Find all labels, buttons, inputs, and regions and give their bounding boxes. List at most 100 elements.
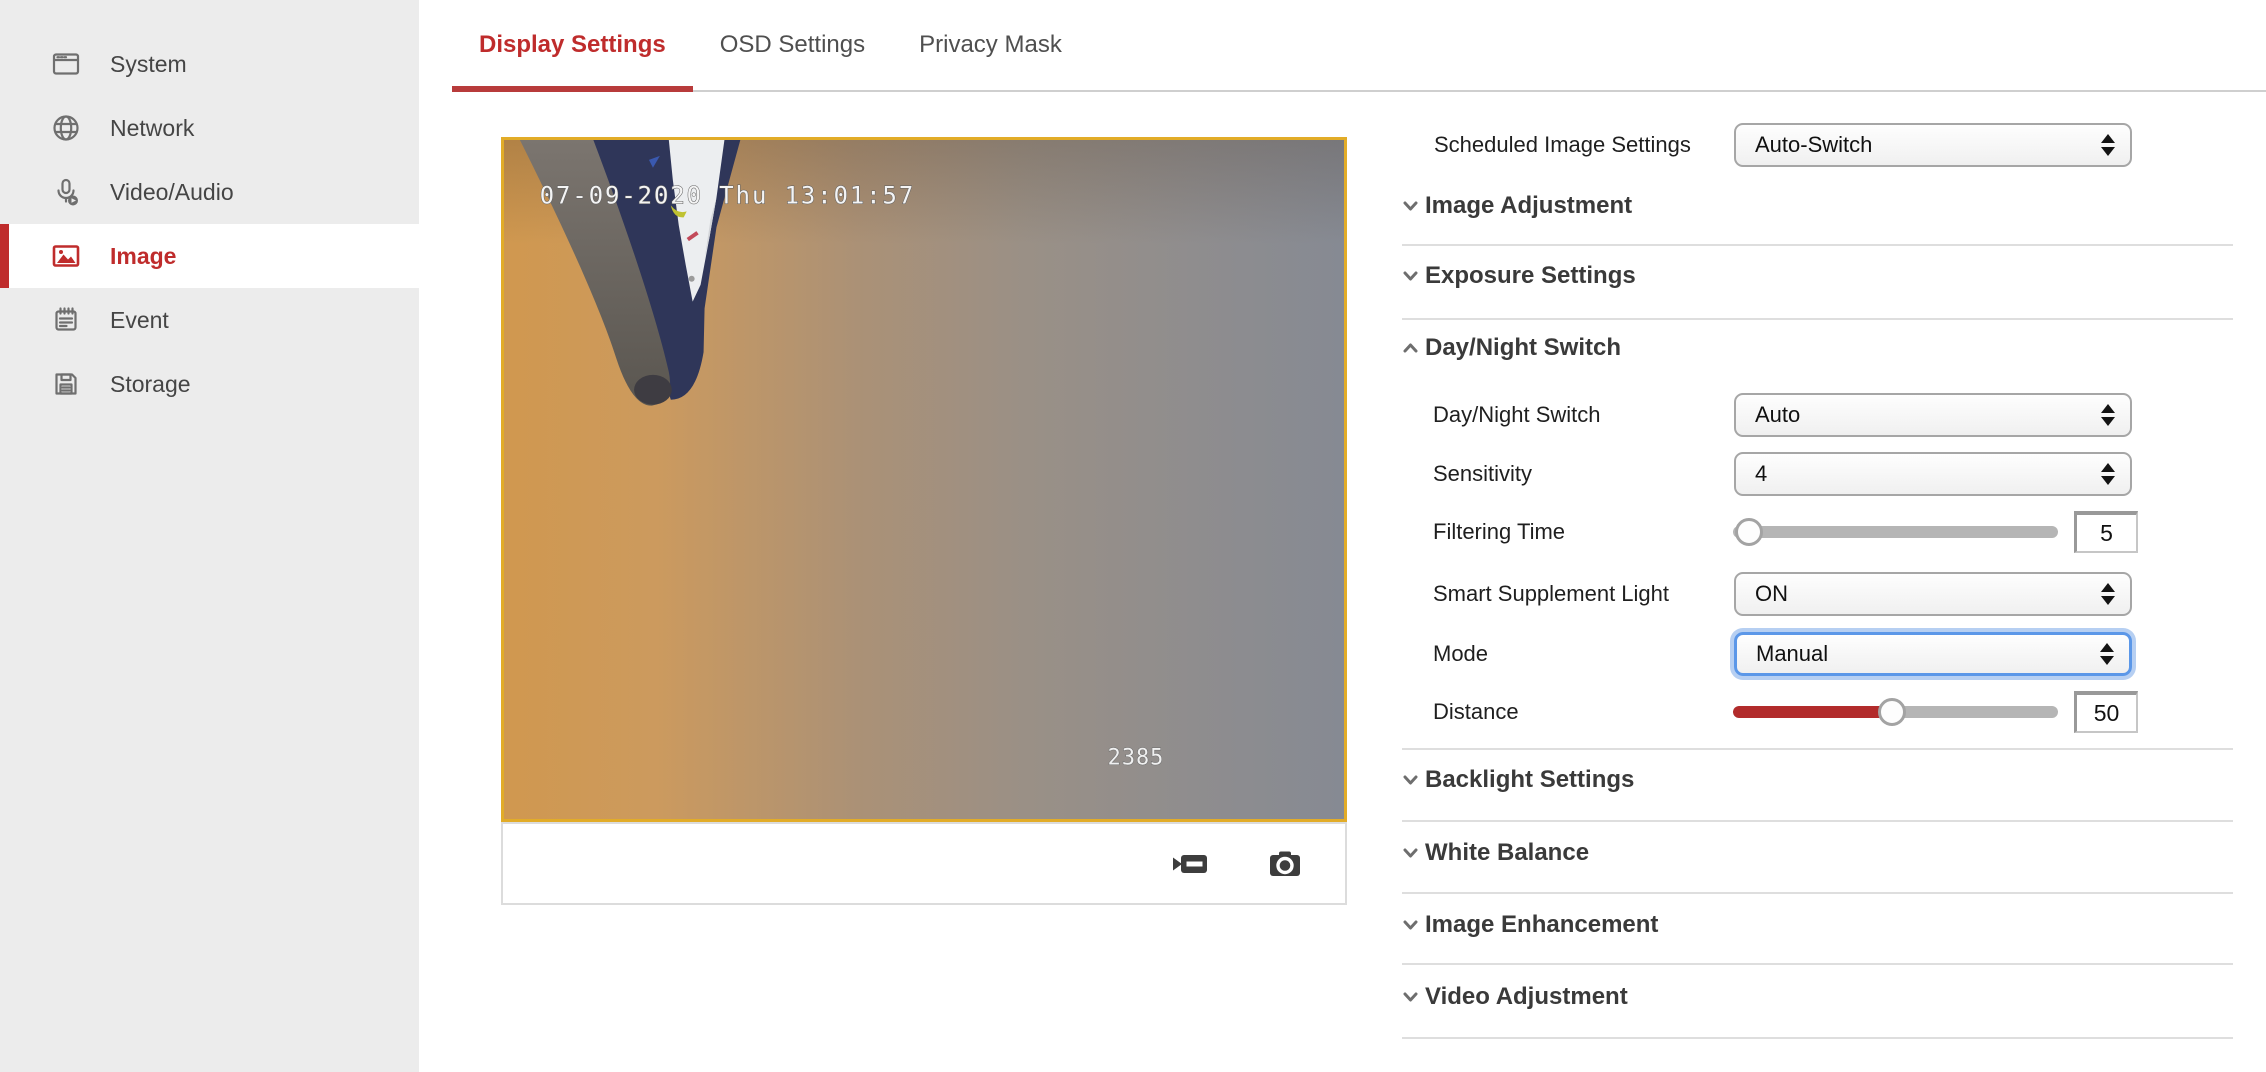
sidebar-item-video-audio[interactable]: Video/Audio bbox=[0, 160, 419, 224]
row-label: Distance bbox=[1433, 699, 1519, 725]
row-mode: Mode Manual bbox=[1402, 632, 2233, 676]
select-stepper-arrows-icon bbox=[2100, 643, 2114, 665]
osd-timestamp: 07-09-2020 Thu 13:01:57 bbox=[540, 181, 915, 209]
select-stepper-arrows-icon bbox=[2101, 463, 2115, 485]
section-backlight-settings[interactable]: Backlight Settings bbox=[1402, 764, 1634, 796]
divider bbox=[1402, 244, 2233, 246]
chevron-up-icon bbox=[1402, 340, 1419, 357]
section-title: Image Adjustment bbox=[1425, 192, 1632, 220]
beam-tip bbox=[634, 375, 672, 405]
filtering-time-slider[interactable] bbox=[1733, 510, 2058, 554]
tab-label: Display Settings bbox=[479, 31, 666, 59]
sidebar: System Network bbox=[0, 0, 419, 1072]
sidebar-item-storage[interactable]: Storage bbox=[0, 352, 419, 416]
sidebar-item-label: Image bbox=[110, 243, 176, 270]
tab-label: Privacy Mask bbox=[919, 31, 1062, 59]
sidebar-item-label: Network bbox=[110, 115, 194, 142]
tab-display-settings[interactable]: Display Settings bbox=[452, 0, 693, 90]
main-area: Display Settings OSD Settings Privacy Ma… bbox=[419, 0, 2266, 1072]
sidebar-item-image[interactable]: Image bbox=[0, 224, 419, 288]
slider-handle[interactable] bbox=[1878, 698, 1906, 726]
live-video-preview: 07-09-2020 Thu 13:01:57 2385 bbox=[501, 137, 1347, 822]
divider bbox=[1402, 1037, 2233, 1039]
filtering-time-value-input[interactable] bbox=[2074, 511, 2138, 553]
distance-value-input[interactable] bbox=[2074, 691, 2138, 733]
select-value: Auto bbox=[1755, 402, 1800, 428]
sidebar-item-system[interactable]: System bbox=[0, 32, 419, 96]
scheduled-image-settings-select[interactable]: Auto-Switch bbox=[1734, 123, 2132, 167]
row-label: Smart Supplement Light bbox=[1433, 581, 1669, 607]
microphone-icon bbox=[50, 176, 82, 208]
sidebar-item-event[interactable]: Event bbox=[0, 288, 419, 352]
section-title: Exposure Settings bbox=[1425, 262, 1636, 290]
tab-osd-settings[interactable]: OSD Settings bbox=[693, 0, 892, 90]
row-day-night-switch: Day/Night Switch Auto bbox=[1402, 393, 2233, 437]
storage-icon bbox=[50, 368, 82, 400]
row-distance: Distance bbox=[1402, 690, 2233, 734]
section-white-balance[interactable]: White Balance bbox=[1402, 837, 1589, 869]
row-label: Day/Night Switch bbox=[1433, 402, 1601, 428]
row-smart-supplement-light: Smart Supplement Light ON bbox=[1402, 572, 2233, 616]
slider-track[interactable] bbox=[1733, 526, 2058, 538]
divider bbox=[1402, 820, 2233, 822]
section-day-night-switch[interactable]: Day/Night Switch bbox=[1402, 332, 1621, 364]
section-video-adjustment[interactable]: Video Adjustment bbox=[1402, 981, 1628, 1013]
image-icon bbox=[50, 240, 82, 272]
chevron-down-icon bbox=[1402, 772, 1419, 789]
divider bbox=[1402, 748, 2233, 750]
day-night-switch-select[interactable]: Auto bbox=[1734, 393, 2132, 437]
section-image-adjustment[interactable]: Image Adjustment bbox=[1402, 190, 1632, 222]
row-label: Sensitivity bbox=[1433, 461, 1532, 487]
select-value: Manual bbox=[1756, 641, 1828, 667]
row-label: Filtering Time bbox=[1433, 519, 1565, 545]
section-image-enhancement[interactable]: Image Enhancement bbox=[1402, 909, 1658, 941]
chevron-down-icon bbox=[1402, 845, 1419, 862]
select-value: Auto-Switch bbox=[1755, 132, 1872, 158]
tab-bar: Display Settings OSD Settings Privacy Ma… bbox=[452, 0, 2266, 92]
section-exposure-settings[interactable]: Exposure Settings bbox=[1402, 260, 1636, 292]
system-icon bbox=[50, 48, 82, 80]
event-icon bbox=[50, 304, 82, 336]
section-title: Day/Night Switch bbox=[1425, 334, 1621, 362]
distance-slider[interactable] bbox=[1733, 690, 2058, 734]
select-stepper-arrows-icon bbox=[2101, 134, 2115, 156]
video-frame: 07-09-2020 Thu 13:01:57 2385 bbox=[504, 140, 1344, 819]
row-label: Mode bbox=[1433, 641, 1488, 667]
camera-settings-page: System Network bbox=[0, 0, 2266, 1072]
row-scheduled-image-settings: Scheduled Image Settings Auto-Switch bbox=[1402, 123, 2233, 167]
section-title: Backlight Settings bbox=[1425, 766, 1634, 794]
section-title: Image Enhancement bbox=[1425, 911, 1658, 939]
section-title: Video Adjustment bbox=[1425, 983, 1628, 1011]
sidebar-item-network[interactable]: Network bbox=[0, 96, 419, 160]
camcorder-icon[interactable] bbox=[1173, 849, 1209, 879]
row-sensitivity: Sensitivity 4 bbox=[1402, 452, 2233, 496]
tab-label: OSD Settings bbox=[720, 31, 865, 59]
divider bbox=[1402, 318, 2233, 320]
row-label: Scheduled Image Settings bbox=[1434, 132, 1691, 158]
sidebar-item-label: System bbox=[110, 51, 187, 78]
chevron-down-icon bbox=[1402, 198, 1419, 215]
image-settings-panel: Scheduled Image Settings Auto-Switch Ima… bbox=[1402, 92, 2233, 1072]
chevron-down-icon bbox=[1402, 989, 1419, 1006]
select-stepper-arrows-icon bbox=[2101, 583, 2115, 605]
divider bbox=[1402, 892, 2233, 894]
divider bbox=[1402, 963, 2233, 965]
smart-supplement-light-select[interactable]: ON bbox=[1734, 572, 2132, 616]
slider-handle[interactable] bbox=[1735, 518, 1763, 546]
select-stepper-arrows-icon bbox=[2101, 404, 2115, 426]
row-filtering-time: Filtering Time bbox=[1402, 510, 2233, 554]
snapshot-camera-icon[interactable] bbox=[1267, 849, 1303, 879]
chevron-down-icon bbox=[1402, 917, 1419, 934]
select-value: 4 bbox=[1755, 461, 1767, 487]
chevron-down-icon bbox=[1402, 268, 1419, 285]
osd-number: 2385 bbox=[1108, 745, 1165, 770]
preview-toolbar bbox=[501, 822, 1347, 905]
mode-select[interactable]: Manual bbox=[1734, 632, 2132, 676]
slider-fill bbox=[1733, 706, 1892, 718]
tab-privacy-mask[interactable]: Privacy Mask bbox=[892, 0, 1089, 90]
sensitivity-select[interactable]: 4 bbox=[1734, 452, 2132, 496]
section-title: White Balance bbox=[1425, 839, 1589, 867]
globe-icon bbox=[50, 112, 82, 144]
select-value: ON bbox=[1755, 581, 1788, 607]
sidebar-item-label: Event bbox=[110, 307, 169, 334]
